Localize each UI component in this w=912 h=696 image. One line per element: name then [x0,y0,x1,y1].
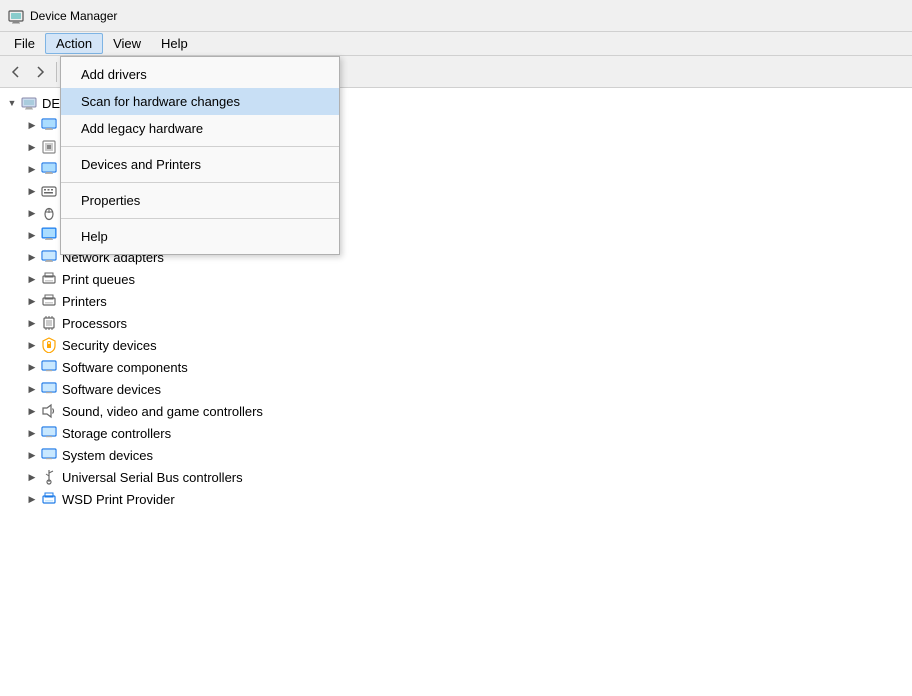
expand-mice[interactable]: ▶ [24,205,40,221]
softwarecomp-label: Software components [62,360,188,375]
expand-root[interactable]: ▼ [4,95,20,111]
expand-security[interactable]: ▶ [24,337,40,353]
expand-hid[interactable]: ▶ [24,161,40,177]
action-dropdown: Add drivers Scan for hardware changes Ad… [60,56,340,255]
expand-printers[interactable]: ▶ [24,293,40,309]
tree-item-system[interactable]: ▶ System devices [0,444,912,466]
tree-item-printers[interactable]: ▶ Printers [0,290,912,312]
scan-hardware-item[interactable]: Scan for hardware changes [61,88,339,115]
sound-label: Sound, video and game controllers [62,404,263,419]
forward-button[interactable] [28,60,52,84]
processors-label: Processors [62,316,127,331]
hid-icon [40,160,58,178]
separator-3 [61,218,339,219]
expand-monitors[interactable]: ▶ [24,227,40,243]
add-legacy-item[interactable]: Add legacy hardware [61,115,339,142]
tree-item-usb[interactable]: ▶ Universal Serial Bus controllers [0,466,912,488]
window-title: Device Manager [30,9,117,23]
storage-icon [40,424,58,442]
expand-firmware[interactable]: ▶ [24,139,40,155]
expand-softwarecomp[interactable]: ▶ [24,359,40,375]
tree-item-softwaredev[interactable]: ▶ Software devices [0,378,912,400]
printers-label: Printers [62,294,107,309]
help-item[interactable]: Help [61,223,339,250]
tree-item-storage[interactable]: ▶ Storage controllers [0,422,912,444]
usb-icon [40,468,58,486]
expand-sound[interactable]: ▶ [24,403,40,419]
tree-item-processors[interactable]: ▶ Processors [0,312,912,334]
printqueues-label: Print queues [62,272,135,287]
keyboards-icon [40,182,58,200]
softwaredev-label: Software devices [62,382,161,397]
expand-storage[interactable]: ▶ [24,425,40,441]
mice-icon [40,204,58,222]
system-icon [40,446,58,464]
storage-label: Storage controllers [62,426,171,441]
expand-processors[interactable]: ▶ [24,315,40,331]
tree-item-wsd[interactable]: ▶ WSD Print Provider [0,488,912,510]
expand-system[interactable]: ▶ [24,447,40,463]
app-icon [8,8,24,24]
add-drivers-item[interactable]: Add drivers [61,61,339,88]
menu-view[interactable]: View [103,34,151,53]
menu-action[interactable]: Action [45,33,103,54]
root-icon [20,94,38,112]
expand-printqueues[interactable]: ▶ [24,271,40,287]
display-icon [40,116,58,134]
wsd-icon [40,490,58,508]
expand-usb[interactable]: ▶ [24,469,40,485]
sound-icon [40,402,58,420]
devices-printers-item[interactable]: Devices and Printers [61,151,339,178]
softwaredev-icon [40,380,58,398]
network-icon [40,248,58,266]
separator-1 [61,146,339,147]
expand-wsd[interactable]: ▶ [24,491,40,507]
system-label: System devices [62,448,153,463]
monitors-icon [40,226,58,244]
separator-2 [61,182,339,183]
menu-file[interactable]: File [4,34,45,53]
printers-icon [40,292,58,310]
tree-item-printqueues[interactable]: ▶ Print queues [0,268,912,290]
properties-item[interactable]: Properties [61,187,339,214]
firmware-icon [40,138,58,156]
toolbar-separator [56,62,57,82]
expand-network[interactable]: ▶ [24,249,40,265]
expand-display[interactable]: ▶ [24,117,40,133]
menu-help[interactable]: Help [151,34,198,53]
usb-label: Universal Serial Bus controllers [62,470,243,485]
processors-icon [40,314,58,332]
menu-bar: File Action View Help [0,32,912,56]
tree-item-sound[interactable]: ▶ Sound, video and game controllers [0,400,912,422]
softwarecomp-icon [40,358,58,376]
expand-softwaredev[interactable]: ▶ [24,381,40,397]
tree-item-security[interactable]: ▶ Security devices [0,334,912,356]
wsd-label: WSD Print Provider [62,492,175,507]
security-icon [40,336,58,354]
tree-item-softwarecomp[interactable]: ▶ Software components [0,356,912,378]
expand-keyboards[interactable]: ▶ [24,183,40,199]
title-bar: Device Manager [0,0,912,32]
security-label: Security devices [62,338,157,353]
printqueues-icon [40,270,58,288]
back-button[interactable] [4,60,28,84]
